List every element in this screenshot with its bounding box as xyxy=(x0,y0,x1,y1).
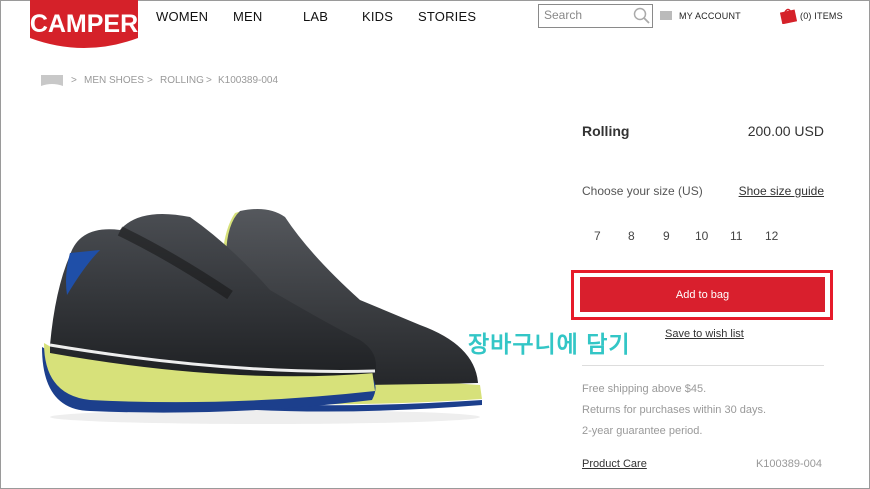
breadcrumb-sep: > xyxy=(206,75,212,86)
size-guide-link[interactable]: Shoe size guide xyxy=(739,184,824,198)
logo-text: CAMPER xyxy=(30,10,138,38)
product-reference: K100389-004 xyxy=(755,458,822,470)
search-icon[interactable] xyxy=(633,7,650,24)
breadcrumb-sep: > xyxy=(147,75,153,86)
nav-stories[interactable]: STORIES xyxy=(418,9,476,24)
size-option-12[interactable]: 12 xyxy=(765,229,778,243)
size-option-8[interactable]: 8 xyxy=(628,229,635,243)
save-to-wishlist-link[interactable]: Save to wish list xyxy=(665,328,744,340)
annotation-label: 장바구니에 담기 xyxy=(468,331,631,357)
bag-items-link[interactable]: (0) ITEMS xyxy=(800,11,843,21)
search-placeholder: Search xyxy=(544,8,583,22)
breadcrumb-current: K100389-004 xyxy=(218,75,279,86)
breadcrumb-rolling[interactable]: ROLLING xyxy=(160,75,204,86)
product-care-link[interactable]: Product Care xyxy=(582,458,647,470)
size-option-7[interactable]: 7 xyxy=(594,229,601,243)
user-icon[interactable] xyxy=(660,11,672,20)
bag-icon[interactable] xyxy=(780,7,797,24)
my-account-link[interactable]: MY ACCOUNT xyxy=(679,11,741,21)
product-name: Rolling xyxy=(582,123,630,139)
size-option-11[interactable]: 11 xyxy=(730,229,742,243)
info-returns: Returns for purchases within 30 days. xyxy=(582,404,767,416)
nav-men[interactable]: MEN xyxy=(233,9,263,24)
nav-kids[interactable]: KIDS xyxy=(362,9,393,24)
product-image xyxy=(42,209,482,424)
nav-women[interactable]: WOMEN xyxy=(156,9,208,24)
camper-logo[interactable]: CAMPER xyxy=(30,0,138,52)
product-price: 200.00 USD xyxy=(747,123,824,139)
info-shipping: Free shipping above $45. xyxy=(582,383,707,395)
add-to-bag-button[interactable]: Add to bag xyxy=(580,277,825,312)
home-icon[interactable] xyxy=(41,75,63,86)
nav-lab[interactable]: LAB xyxy=(303,9,328,24)
breadcrumb-sep: > xyxy=(71,75,77,86)
size-option-9[interactable]: 9 xyxy=(663,229,670,243)
size-option-10[interactable]: 10 xyxy=(695,229,708,243)
size-label: Choose your size (US) xyxy=(582,184,703,198)
breadcrumb-men-shoes[interactable]: MEN SHOES xyxy=(84,75,144,86)
info-guarantee: 2-year guarantee period. xyxy=(582,425,703,437)
divider xyxy=(582,365,824,366)
